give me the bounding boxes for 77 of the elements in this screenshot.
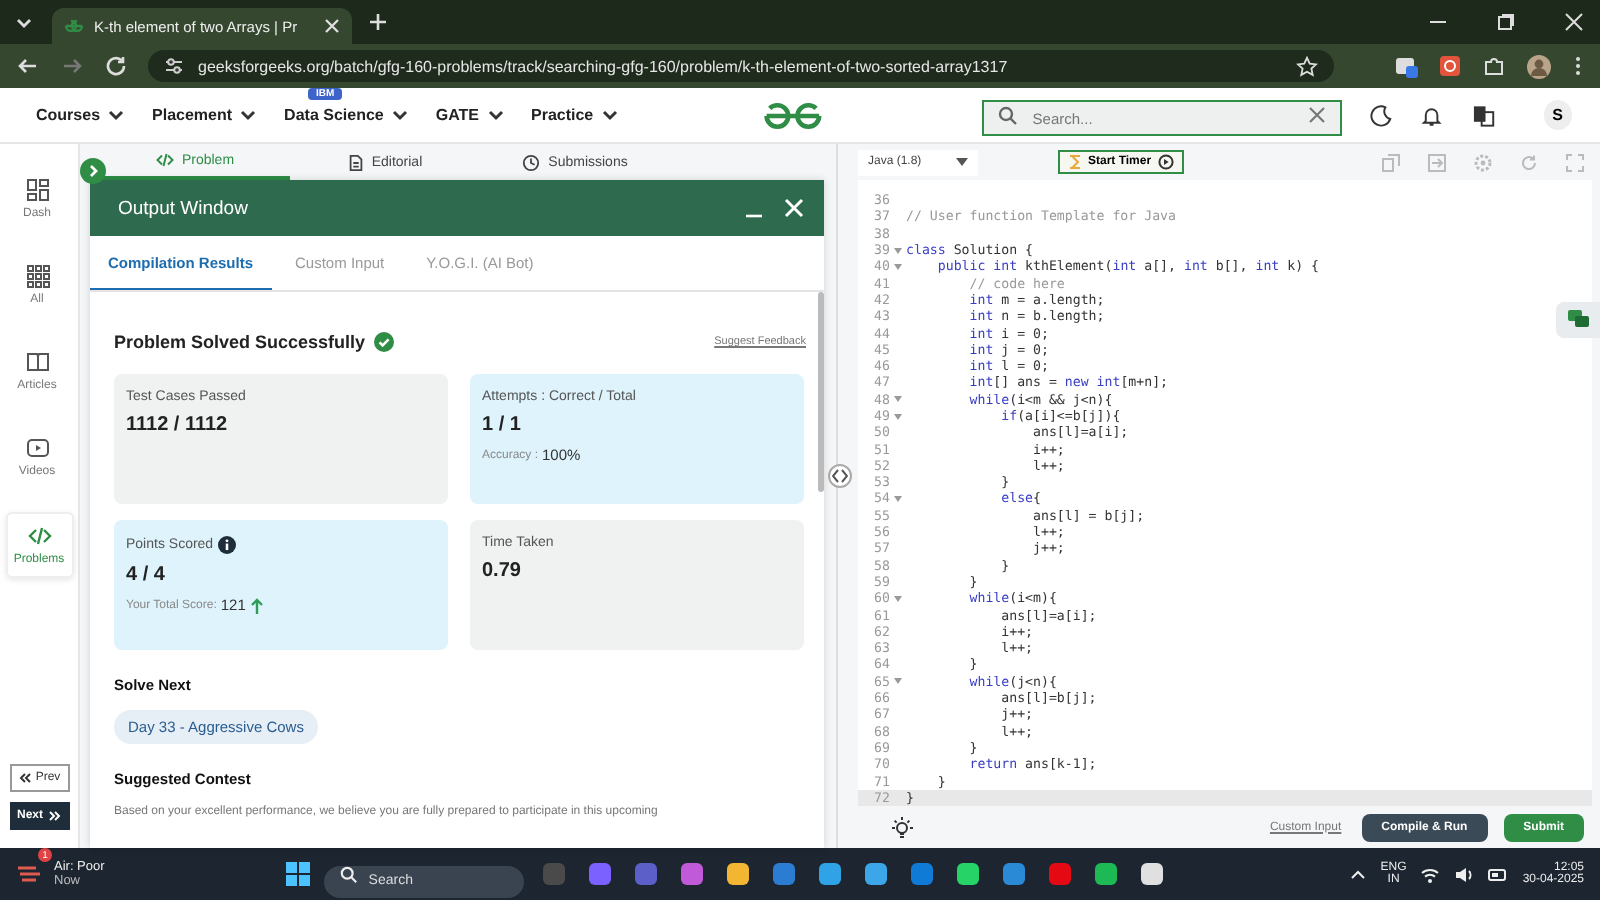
app-icon[interactable] — [956, 862, 981, 886]
search-icon — [340, 865, 359, 883]
translate-icon[interactable] — [1471, 103, 1496, 127]
chevron-down-icon — [108, 109, 125, 121]
app-icon[interactable] — [1140, 862, 1165, 886]
window-title: Output Window — [118, 197, 248, 219]
nav-menu[interactable]: Practice — [531, 106, 618, 124]
app-icon[interactable] — [1094, 862, 1119, 886]
reload-icon[interactable] — [104, 54, 128, 78]
user-avatar[interactable]: S — [1543, 100, 1572, 130]
document-icon — [347, 153, 364, 171]
video-icon — [25, 436, 49, 460]
info-icon[interactable] — [217, 536, 236, 554]
stat-value: 4 / 4 — [126, 564, 165, 586]
clear-icon[interactable] — [1307, 106, 1326, 124]
site-settings-icon[interactable] — [164, 56, 184, 76]
result-status: Problem Solved Successfully — [114, 332, 366, 352]
scrollbar[interactable] — [818, 292, 824, 492]
bookmark-star-icon[interactable] — [1296, 55, 1318, 77]
stat-value: 1112 / 1112 — [126, 414, 228, 436]
stat-value: 0.79 — [482, 560, 521, 582]
nav-menu[interactable]: Courses — [36, 106, 125, 124]
dashboard-icon — [25, 178, 49, 202]
address-bar[interactable]: geeksforgeeks.org/batch/gfg-160-problems/track/searching-gfg-160/problem/k-th-element-of-two-sorted-array1317 — [148, 50, 1334, 82]
nav-menu[interactable]: Placement — [152, 106, 257, 124]
start-icon[interactable] — [286, 862, 311, 886]
logo-icon[interactable] — [762, 99, 825, 131]
expand-icon[interactable] — [80, 158, 106, 184]
volume-icon[interactable] — [1454, 865, 1475, 883]
code-icon — [27, 524, 51, 548]
battery-icon[interactable] — [1488, 865, 1509, 883]
chevron-down-icon — [601, 109, 618, 121]
bell-icon[interactable] — [1420, 103, 1444, 127]
restore-icon[interactable] — [1496, 12, 1516, 32]
chat-bubbles-icon — [1567, 310, 1589, 330]
book-icon — [25, 350, 49, 374]
app-icon[interactable] — [864, 862, 889, 886]
fold-icon[interactable] — [894, 263, 902, 270]
fold-icon[interactable] — [894, 396, 902, 403]
extension-icon[interactable] — [1394, 54, 1418, 78]
chevron-down-icon — [240, 109, 257, 121]
clock-icon — [522, 153, 541, 171]
extension-icon[interactable] — [1438, 54, 1462, 78]
double-chevron-right-icon — [47, 810, 61, 822]
double-chevron-left-icon — [17, 772, 32, 784]
nav-menu[interactable]: GATE — [435, 106, 503, 124]
chevron-down-icon — [391, 109, 408, 121]
wifi-icon[interactable] — [1420, 865, 1441, 883]
code-icon — [155, 152, 174, 168]
app-icon[interactable] — [726, 862, 751, 886]
app-icon[interactable] — [818, 862, 843, 886]
grid-icon — [25, 264, 49, 288]
resize-arrows-icon — [832, 468, 848, 484]
chat-button[interactable] — [1556, 302, 1600, 338]
chevron-up-icon[interactable] — [1350, 868, 1367, 880]
menu-icon[interactable] — [1572, 54, 1584, 78]
puzzle-icon[interactable] — [1482, 54, 1506, 78]
chevron-down-icon — [487, 109, 503, 121]
stat-value: 1 / 1 — [482, 414, 521, 436]
close-icon[interactable] — [1564, 12, 1584, 32]
dark-mode-icon[interactable] — [1369, 103, 1393, 127]
lightbulb-icon[interactable] — [890, 815, 914, 839]
fold-icon[interactable] — [894, 595, 902, 602]
new-tab-icon[interactable] — [368, 12, 388, 32]
resize-handle[interactable] — [828, 464, 852, 488]
fold-icon[interactable] — [894, 413, 902, 419]
fold-icon[interactable] — [894, 247, 902, 254]
fold-icon[interactable] — [894, 495, 902, 502]
check-circle-icon — [373, 332, 394, 352]
back-icon[interactable] — [16, 54, 40, 78]
caret-icon — [956, 158, 968, 166]
profile-avatar-icon[interactable] — [1526, 53, 1552, 79]
fold-icon[interactable] — [894, 678, 902, 685]
play-circle-icon — [1157, 154, 1174, 170]
close-icon[interactable] — [324, 18, 340, 34]
search-icon — [998, 105, 1019, 125]
favicon-icon — [64, 18, 84, 34]
